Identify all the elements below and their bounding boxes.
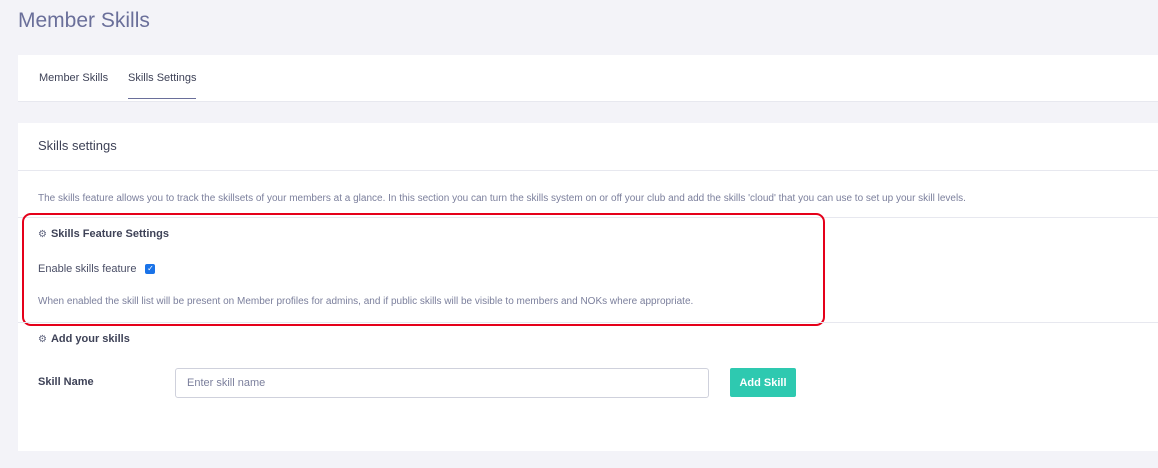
- tab-member-skills[interactable]: Member Skills: [39, 72, 108, 98]
- feature-settings-heading-text: Skills Feature Settings: [50, 228, 169, 240]
- divider: [18, 322, 1158, 323]
- add-skills-heading-text: Add your skills: [50, 333, 130, 345]
- skill-name-input[interactable]: [175, 368, 709, 398]
- skill-name-label: Skill Name: [38, 376, 94, 388]
- enable-skills-row: Enable skills feature ✓: [38, 263, 156, 275]
- gear-icon: ⚙: [38, 333, 47, 345]
- add-skills-heading: ⚙ Add your skills: [38, 333, 130, 345]
- add-skill-button[interactable]: Add Skill: [730, 368, 796, 397]
- card-title: Skills settings: [38, 138, 117, 153]
- intro-text: The skills feature allows you to track t…: [38, 193, 966, 204]
- feature-settings-heading: ⚙ Skills Feature Settings: [38, 228, 169, 240]
- enable-skills-label: Enable skills feature: [38, 263, 137, 275]
- tab-skills-settings[interactable]: Skills Settings: [128, 72, 197, 99]
- check-icon: ✓: [147, 264, 154, 273]
- feature-help-text: When enabled the skill list will be pres…: [38, 296, 694, 307]
- gear-icon: ⚙: [38, 228, 47, 240]
- page-title: Member Skills: [18, 9, 150, 32]
- card-header: Skills settings: [18, 123, 1158, 171]
- divider: [18, 217, 1158, 218]
- skills-settings-card: Skills settings The skills feature allow…: [18, 123, 1158, 451]
- enable-skills-checkbox[interactable]: ✓: [145, 264, 156, 274]
- tabs-bar: Member Skills Skills Settings: [18, 55, 1158, 102]
